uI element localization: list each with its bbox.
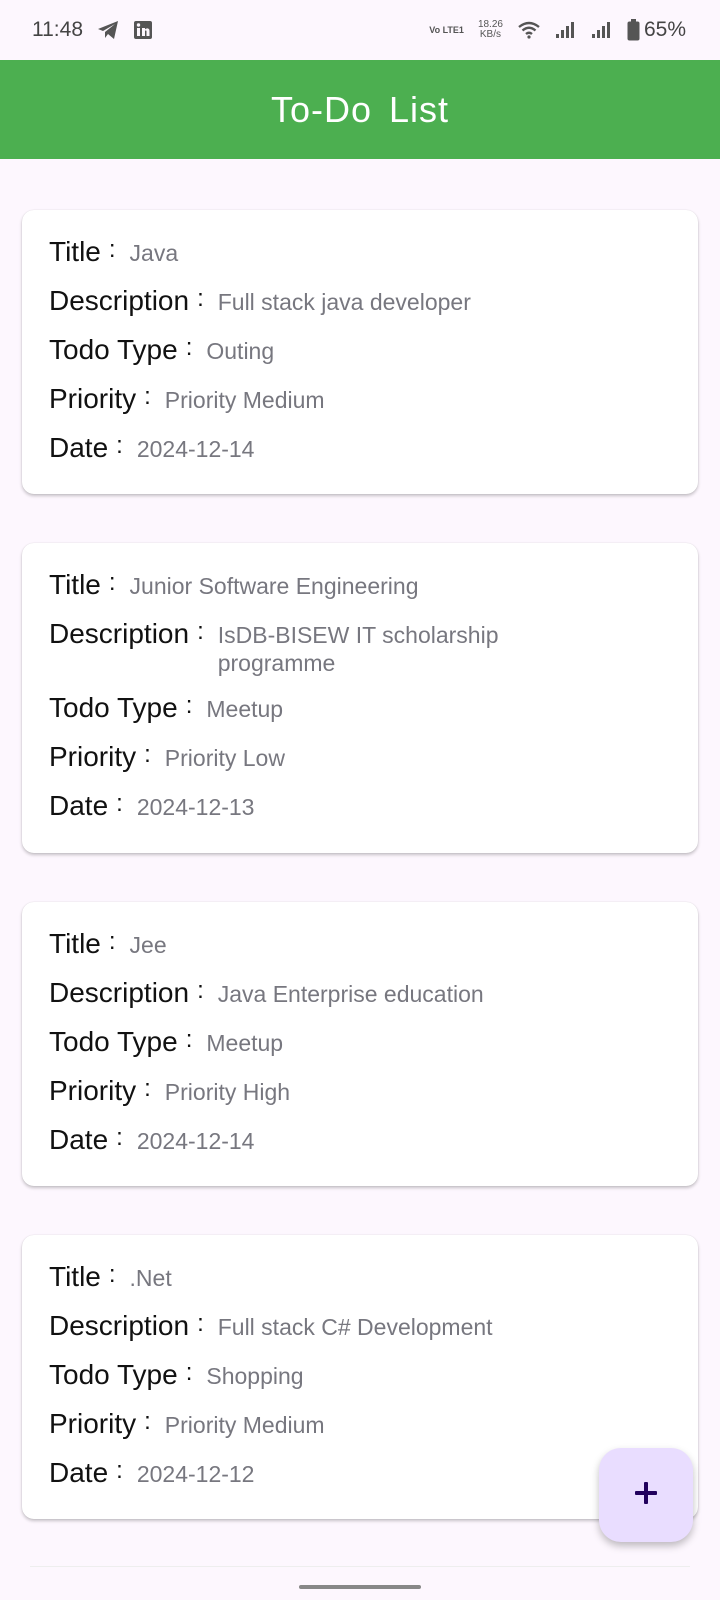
todo-card[interactable]: Title: Java Description: Full stack java d… [22, 210, 698, 494]
date-label: Date [49, 1124, 109, 1155]
todo-card[interactable]: Title: Junior Software Engineering Descri… [22, 543, 698, 853]
todo-date: 2024-12-14 [136, 436, 255, 462]
todo-type: Outing [206, 338, 275, 364]
title-label: Title [49, 928, 101, 959]
description-label: Description [49, 285, 190, 316]
todo-description: IsDB-BISEW IT scholarship programme [217, 622, 499, 676]
colon: : [185, 334, 193, 361]
todo-priority: Priority Medium [164, 387, 325, 413]
date-label: Date [49, 1457, 109, 1488]
todo-card[interactable]: Title: .Net Description: Full stack C# Dev… [22, 1235, 698, 1519]
todo-title: Java [129, 240, 179, 266]
todo-priority: Priority High [164, 1079, 291, 1105]
net-speed: 18.26 KB/s [477, 19, 503, 40]
description-label: Description [49, 618, 190, 649]
volte-indicator: Vo LTE1 [429, 24, 464, 35]
status-time: 11:48 [32, 18, 83, 41]
battery-icon: 65% [627, 18, 686, 42]
colon: : [108, 236, 116, 263]
colon: : [116, 1457, 123, 1484]
todo-type-label: Todo Type [49, 692, 178, 723]
divider [30, 1566, 690, 1567]
colon: : [185, 692, 193, 719]
priority-label: Priority [49, 383, 137, 414]
priority-label: Priority [49, 741, 137, 772]
linkedin-icon [133, 20, 153, 40]
todo-priority: Priority Medium [164, 1412, 325, 1438]
todo-priority: Priority Low [164, 745, 285, 771]
colon: : [144, 1408, 151, 1435]
signal-icon [591, 21, 613, 39]
battery-percent: 65% [643, 18, 686, 41]
todo-description: Full stack java developer [217, 289, 471, 315]
date-label: Date [49, 432, 109, 463]
page-title: To-Do List [270, 88, 450, 130]
colon: : [108, 569, 116, 596]
todo-type: Meetup [206, 1030, 284, 1056]
colon: : [185, 1359, 193, 1386]
colon: : [197, 1310, 204, 1337]
todo-type-label: Todo Type [49, 1026, 178, 1057]
colon: : [116, 432, 123, 459]
todo-type: Meetup [206, 696, 284, 722]
app-bar: To-Do List [0, 60, 720, 159]
priority-label: Priority [49, 1075, 137, 1106]
todo-title: .Net [129, 1265, 172, 1291]
colon: : [108, 928, 116, 955]
plus-icon [633, 1480, 659, 1511]
date-label: Date [49, 790, 109, 821]
todo-type-label: Todo Type [49, 334, 178, 365]
telegram-icon [97, 20, 119, 40]
home-indicator[interactable] [299, 1585, 421, 1589]
todo-description: Full stack C# Development [217, 1314, 493, 1340]
colon: : [144, 1075, 151, 1102]
colon: : [116, 1124, 123, 1151]
status-bar: 11:48 Vo LTE1 18.26 KB/s 65% [0, 0, 720, 60]
todo-card[interactable]: Title: Jee Description: Java Enterprise ed… [22, 902, 698, 1186]
colon: : [197, 285, 204, 312]
todo-date: 2024-12-12 [136, 1461, 255, 1487]
todo-date: 2024-12-13 [136, 794, 255, 820]
priority-label: Priority [49, 1408, 137, 1439]
colon: : [197, 977, 204, 1004]
title-label: Title [49, 569, 101, 600]
todo-date: 2024-12-14 [136, 1128, 255, 1154]
todo-type: Shopping [206, 1363, 304, 1389]
todo-title: Jee [129, 932, 167, 958]
description-label: Description [49, 977, 190, 1008]
colon: : [116, 790, 123, 817]
todo-title: Junior Software Engineering [129, 573, 419, 599]
colon: : [197, 618, 204, 645]
colon: : [144, 741, 151, 768]
signal-icon [555, 21, 577, 39]
todo-description: Java Enterprise education [217, 981, 484, 1007]
colon: : [108, 1261, 116, 1288]
colon: : [144, 383, 151, 410]
wifi-icon [517, 21, 541, 39]
add-todo-button[interactable] [599, 1448, 693, 1542]
title-label: Title [49, 1261, 101, 1292]
colon: : [185, 1026, 193, 1053]
todo-type-label: Todo Type [49, 1359, 178, 1390]
title-label: Title [49, 236, 101, 267]
description-label: Description [49, 1310, 190, 1341]
